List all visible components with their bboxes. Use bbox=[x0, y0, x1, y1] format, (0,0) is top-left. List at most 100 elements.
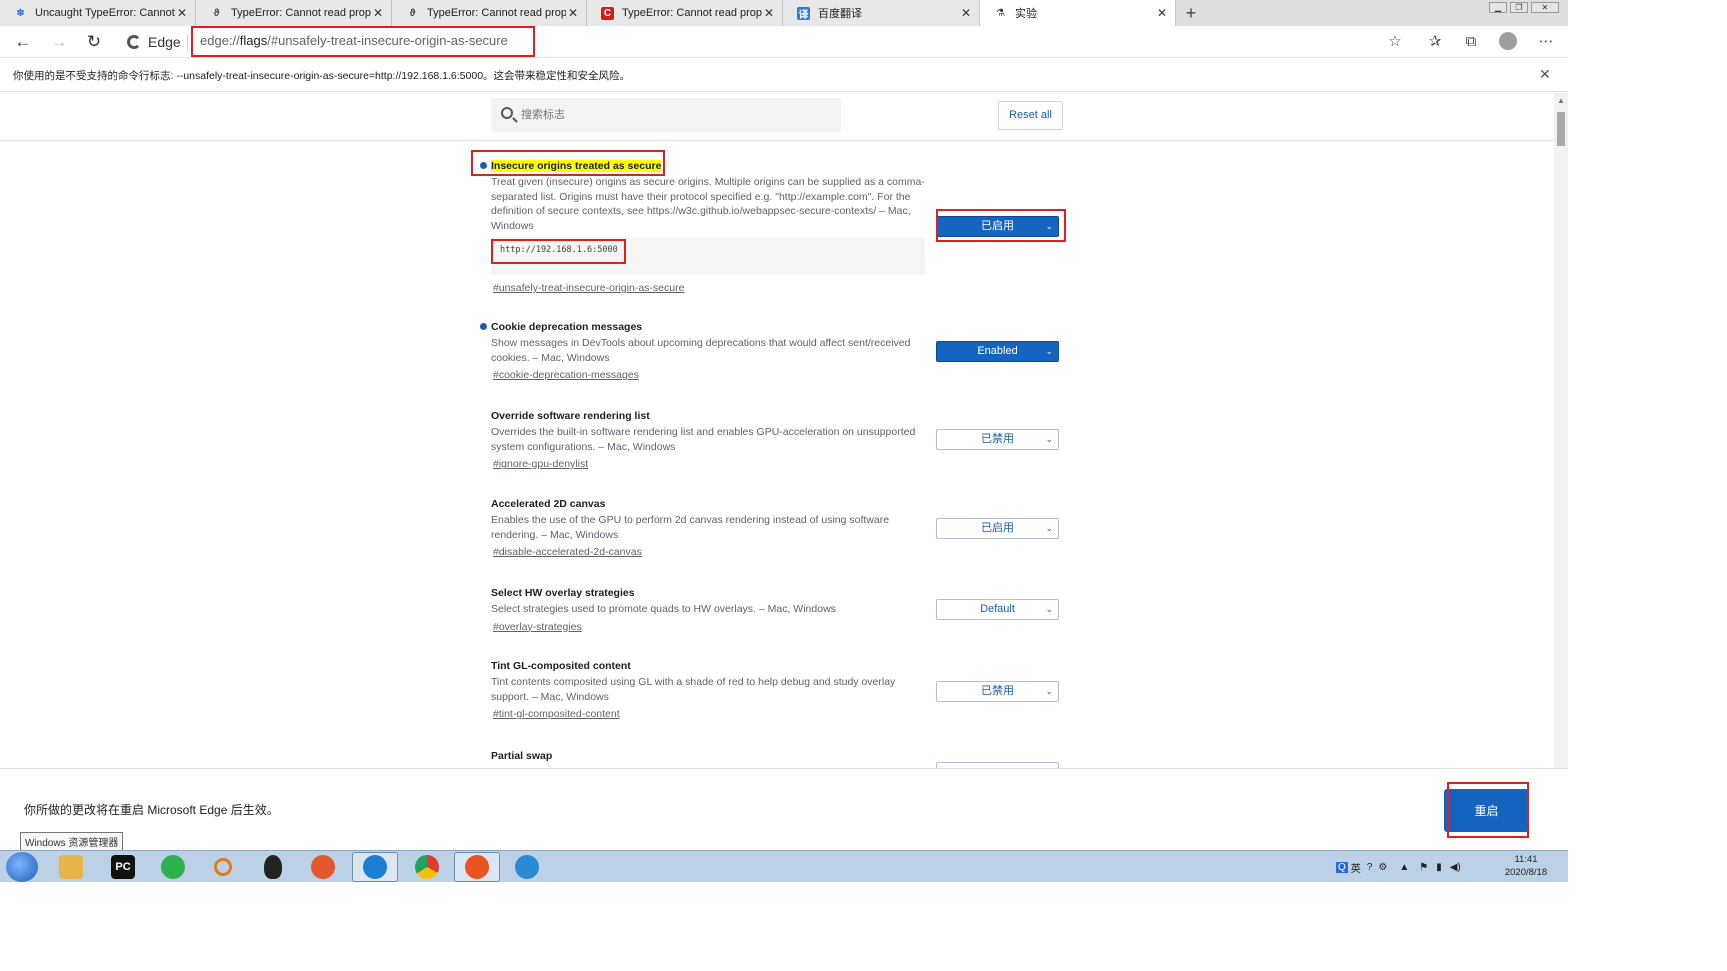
experiment-title: Cookie deprecation messages bbox=[491, 321, 643, 333]
paw-icon: ✽ bbox=[16, 7, 25, 19]
profile-avatar-icon[interactable] bbox=[1499, 32, 1517, 50]
more-icon[interactable]: ⋯ bbox=[1535, 31, 1557, 53]
origin-value: http://192.168.1.6:5000 bbox=[500, 245, 618, 255]
favorites-icon[interactable]: ✰ bbox=[1424, 31, 1446, 53]
collections-icon[interactable]: ⧉ bbox=[1460, 31, 1482, 53]
tab-typeerror-1[interactable]: ϑ TypeError: Cannot read property ✕ bbox=[196, 0, 392, 26]
search-tool-icon[interactable] bbox=[200, 852, 246, 882]
edge-beta-icon[interactable] bbox=[504, 852, 550, 882]
chevron-down-icon: ⌄ bbox=[1045, 346, 1053, 356]
start-button-icon[interactable] bbox=[6, 852, 38, 882]
relaunch-button[interactable]: 重启 bbox=[1444, 789, 1529, 832]
close-icon[interactable]: ✕ bbox=[1155, 6, 1169, 20]
close-icon[interactable]: ✕ bbox=[1539, 66, 1551, 83]
clock-time: 11:41 bbox=[1514, 854, 1538, 865]
site-identity[interactable]: Edge bbox=[127, 32, 181, 52]
tab-baidu-translate[interactable]: 译 百度翻译 ✕ bbox=[783, 0, 980, 26]
minimize-icon[interactable]: ▁ bbox=[1489, 2, 1507, 13]
identity-label: Edge bbox=[148, 34, 181, 50]
vertical-scrollbar[interactable]: ▲ bbox=[1554, 93, 1568, 768]
tab-flags[interactable]: ⚗ 实验 ✕ bbox=[980, 0, 1176, 26]
network-icon[interactable]: ▮ bbox=[1436, 862, 1442, 873]
url-host: flags bbox=[239, 33, 268, 48]
search-box[interactable] bbox=[491, 98, 841, 132]
star-icon[interactable]: ☆ bbox=[1384, 31, 1406, 53]
clock[interactable]: 11:41 2020/8/18 bbox=[1498, 853, 1554, 879]
close-window-icon[interactable]: ✕ bbox=[1531, 2, 1559, 13]
flag-icon[interactable]: ⚑ bbox=[1419, 862, 1428, 873]
refresh-icon[interactable]: ↻ bbox=[82, 30, 106, 54]
qq-icon[interactable] bbox=[250, 852, 296, 882]
modified-indicator bbox=[480, 162, 487, 169]
select-value: 已禁用 bbox=[981, 433, 1014, 445]
close-icon[interactable]: ✕ bbox=[959, 6, 973, 20]
experiment-select[interactable]: 已启用 ⌄ bbox=[936, 216, 1059, 237]
experiment-link[interactable]: #disable-accelerated-2d-canvas bbox=[493, 546, 642, 558]
back-arrow-icon[interactable]: ← bbox=[11, 30, 35, 54]
address-bar[interactable]: edge://flags/#unsafely-treat-insecure-or… bbox=[191, 26, 535, 57]
browser-toolbar: ← → ↻ Edge edge://flags/#unsafely-treat-… bbox=[0, 26, 1568, 58]
experiment-select[interactable]: 已启用 ⌄ bbox=[936, 518, 1059, 539]
tab-typeerror-csdn[interactable]: C TypeError: Cannot read property ✕ bbox=[587, 0, 783, 26]
experiment-description: Show messages in DevTools about upcoming… bbox=[491, 337, 911, 364]
show-hidden-icons-icon[interactable]: ▲ bbox=[1399, 862, 1409, 873]
experiment-description: Select strategies used to promote quads … bbox=[491, 603, 836, 615]
close-icon[interactable]: ✕ bbox=[371, 6, 385, 20]
select-value: Default bbox=[980, 603, 1015, 615]
url-path: /#unsafely-treat-insecure-origin-as-secu… bbox=[267, 33, 508, 48]
experiment-select[interactable]: 已禁用 ⌄ bbox=[936, 681, 1059, 702]
volume-icon[interactable]: ◀) bbox=[1450, 862, 1461, 873]
ime-icon[interactable]: Q bbox=[1336, 861, 1348, 873]
experiment-select[interactable]: 已禁用 ⌄ bbox=[936, 429, 1059, 450]
experiment-link[interactable]: #tint-gl-composited-content bbox=[493, 708, 620, 720]
infobar-text: 你使用的是不受支持的命令行标志: --unsafely-treat-insecu… bbox=[13, 70, 631, 82]
experiment-select[interactable]: Default ⌄ bbox=[936, 599, 1059, 620]
pycharm-icon[interactable]: PC bbox=[100, 852, 146, 882]
close-icon[interactable]: ✕ bbox=[175, 6, 189, 20]
experiment-description: Treat given (insecure) origins as secure… bbox=[491, 176, 925, 232]
language-indicator[interactable]: 英 bbox=[1351, 860, 1361, 875]
experiment-description: Tint contents composited using GL with a… bbox=[491, 676, 896, 703]
experiment-select[interactable]: Enabled ⌄ bbox=[936, 341, 1059, 362]
scrollbar-thumb[interactable] bbox=[1557, 112, 1565, 146]
reset-all-button[interactable]: Reset all bbox=[998, 101, 1063, 130]
file-explorer-icon[interactable] bbox=[48, 852, 94, 882]
search-input[interactable] bbox=[521, 98, 831, 132]
chevron-down-icon: ⌄ bbox=[1045, 434, 1053, 444]
search-icon bbox=[501, 107, 513, 119]
ubuntu-icon[interactable] bbox=[454, 852, 500, 882]
close-icon[interactable]: ✕ bbox=[566, 6, 580, 20]
settings-icon[interactable]: ⚙ bbox=[1378, 862, 1387, 873]
select-value: 已启用 bbox=[981, 522, 1014, 534]
forward-arrow-icon[interactable]: → bbox=[47, 30, 71, 54]
chrome-icon[interactable] bbox=[404, 852, 450, 882]
url-text: edge://flags/#unsafely-treat-insecure-or… bbox=[200, 33, 508, 48]
tab-title: Uncaught TypeError: Cannot rea bbox=[35, 7, 175, 19]
experiment-link[interactable]: #ignore-gpu-denylist bbox=[493, 458, 588, 470]
experiment-link[interactable]: #unsafely-treat-insecure-origin-as-secur… bbox=[493, 282, 684, 294]
translate-icon: 译 bbox=[797, 6, 810, 21]
feather-icon: ϑ bbox=[409, 7, 416, 19]
url-scheme: edge:// bbox=[200, 33, 240, 48]
edge-icon[interactable] bbox=[352, 852, 398, 882]
flags-header: Reset all bbox=[0, 93, 1554, 141]
new-tab-button[interactable]: + bbox=[1180, 2, 1202, 24]
origin-textarea[interactable]: http://192.168.1.6:5000 bbox=[491, 237, 925, 275]
firefox-icon[interactable] bbox=[300, 852, 346, 882]
tab-typeerror-2[interactable]: ϑ TypeError: Cannot read property ✕ bbox=[392, 0, 587, 26]
tab-uncaught-typeerror[interactable]: ✽ Uncaught TypeError: Cannot rea ✕ bbox=[0, 0, 196, 26]
help-icon[interactable]: ? bbox=[1367, 862, 1373, 873]
experiment-link[interactable]: #cookie-deprecation-messages bbox=[493, 369, 639, 381]
experiment-link[interactable]: #overlay-strategies bbox=[493, 621, 582, 633]
select-value: Enabled bbox=[977, 345, 1018, 357]
taskbar-tooltip: Windows 资源管理器 bbox=[20, 832, 124, 851]
scroll-up-icon[interactable]: ▲ bbox=[1557, 96, 1565, 105]
unsupported-flag-infobar: 你使用的是不受支持的命令行标志: --unsafely-treat-insecu… bbox=[0, 59, 1568, 92]
wechat-icon[interactable] bbox=[150, 852, 196, 882]
maximize-icon[interactable]: ❐ bbox=[1510, 2, 1528, 13]
tab-title: TypeError: Cannot read property bbox=[231, 7, 371, 19]
tab-title: TypeError: Cannot read property bbox=[622, 7, 762, 19]
select-value: 已启用 bbox=[981, 220, 1014, 232]
close-icon[interactable]: ✕ bbox=[762, 6, 776, 20]
chevron-down-icon: ⌄ bbox=[1045, 221, 1053, 231]
